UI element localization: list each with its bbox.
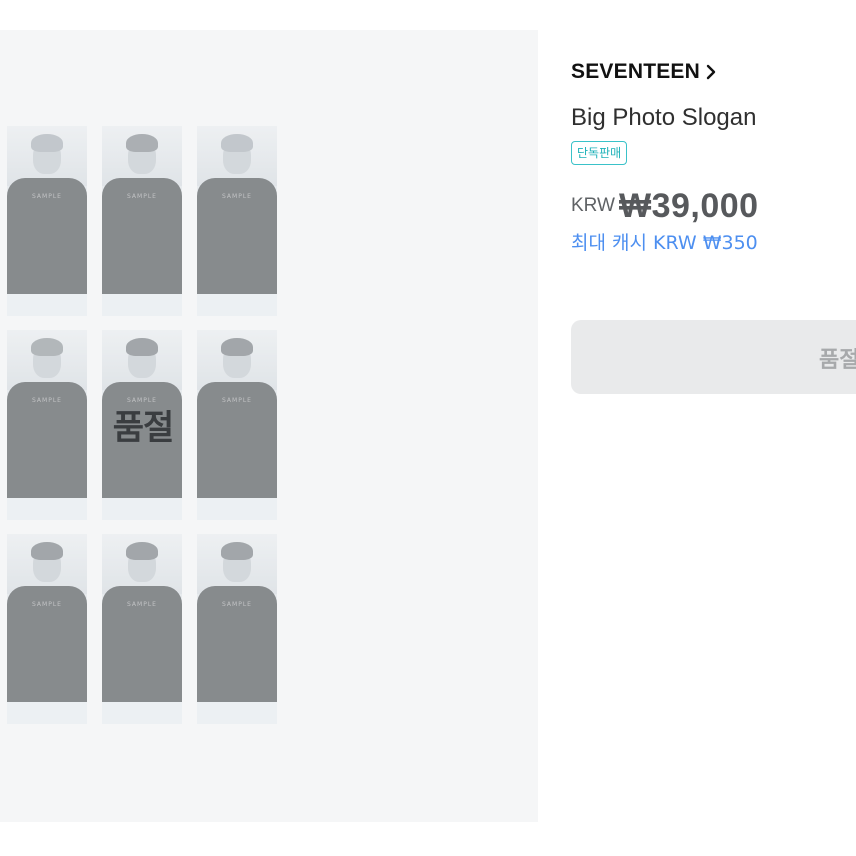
watermark: SAMPLE [222,601,252,608]
watermark: SAMPLE [127,193,157,200]
watermark: SAMPLE [222,193,252,200]
watermark: SAMPLE [32,193,62,200]
photo-card: SAMPLE [7,126,87,316]
watermark: SAMPLE [32,397,62,404]
artist-name: SEVENTEEN [571,60,700,83]
price-row: KRW ₩39,000 [571,187,856,227]
photo-card: SAMPLE [102,126,182,316]
exclusive-sale-badge: 단독판매 [571,141,628,165]
product-title: Big Photo Slogan [571,104,757,131]
product-page: SAMPLE SAMPLE SAMPLE SAMPLE SAMPLE SAMPL… [0,0,856,856]
artist-link[interactable]: SEVENTEEN [571,58,856,86]
photo-card: SAMPLE [197,126,277,316]
price-currency: KRW [571,195,615,216]
soldout-button-label: 품절 [819,348,856,373]
product-info: SEVENTEEN Big Photo Slogan 단독판매 KRW ₩39,… [571,58,856,283]
photo-card: SAMPLE [197,330,277,520]
watermark: SAMPLE [127,601,157,608]
photo-card: SAMPLE [7,534,87,724]
photo-card: SAMPLE [102,534,182,724]
soldout-button[interactable]: 품절 [571,320,856,394]
soldout-overlay-label: 품절 [112,408,175,448]
watermark: SAMPLE [222,397,252,404]
photo-card: SAMPLE [7,330,87,520]
photo-card: SAMPLE [197,534,277,724]
product-image-panel[interactable]: SAMPLE SAMPLE SAMPLE SAMPLE SAMPLE SAMPL… [0,30,538,822]
price-value: ₩39,000 [618,187,759,225]
watermark: SAMPLE [32,601,62,608]
chevron-right-icon [706,64,716,80]
cash-reward: 최대 캐시 KRW ₩350 [571,232,758,254]
faded-info-line [571,265,856,283]
photo-grid: SAMPLE SAMPLE SAMPLE SAMPLE SAMPLE SAMPL… [7,126,277,726]
